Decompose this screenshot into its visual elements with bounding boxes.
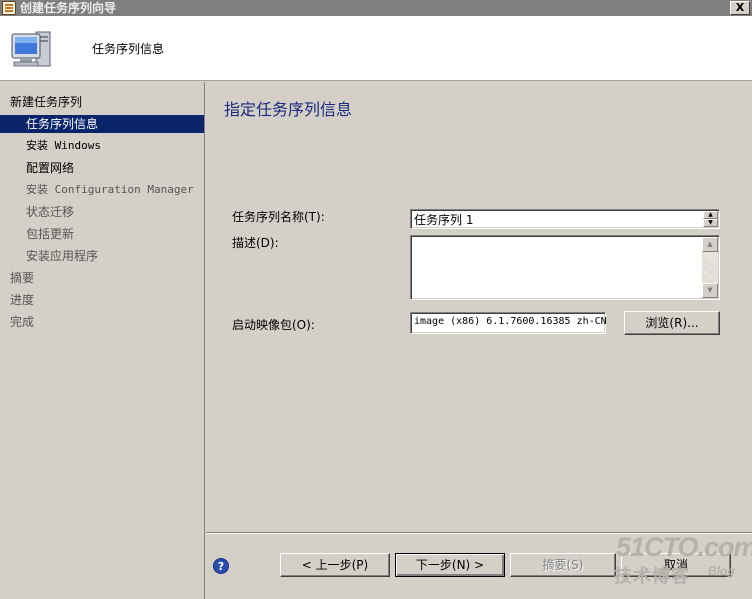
scroll-up-icon[interactable]: ▲: [702, 237, 718, 252]
computer-icon: [11, 31, 51, 67]
wizard-button-bar: ? < 上一步(P) 下一步(N) > 摘要(S) 取消: [206, 532, 752, 599]
cancel-button[interactable]: 取消: [621, 553, 731, 577]
previous-button[interactable]: < 上一步(P): [280, 553, 390, 577]
spin-down-icon[interactable]: ▼: [703, 219, 718, 227]
name-field-scroll[interactable]: ▲ ▼: [703, 211, 718, 227]
header-title: 任务序列信息: [92, 42, 165, 56]
nav-step-task-sequence-info[interactable]: 任务序列信息: [0, 115, 204, 133]
task-sequence-name-field[interactable]: 任务序列 1 ▲ ▼: [410, 209, 720, 229]
nav-step-progress: 进度: [10, 293, 35, 307]
nav-step-new-task-sequence: 新建任务序列: [10, 95, 83, 109]
wizard-content: 指定任务序列信息 任务序列名称(T): 任务序列 1 ▲ ▼ 描述(D): ▲ …: [206, 82, 752, 532]
title-bar: 创建任务序列向导 X: [0, 0, 752, 16]
nav-step-install-windows: 安装 Windows: [26, 139, 101, 152]
browse-button[interactable]: 浏览(R)...: [624, 311, 720, 335]
help-icon[interactable]: ?: [213, 558, 229, 574]
nav-step-install-configmgr: 安装 Configuration Manager: [26, 183, 194, 196]
nav-step-complete: 完成: [10, 315, 35, 329]
task-sequence-name-value: 任务序列 1: [414, 213, 474, 227]
wizard-icon: [2, 1, 16, 15]
boot-image-field: image (x86) 6.1.7600.16385 zh-CN: [410, 312, 607, 334]
nav-step-configure-network: 配置网络: [26, 161, 75, 175]
page-title: 指定任务序列信息: [224, 100, 353, 119]
window-title: 创建任务序列向导: [20, 1, 117, 15]
close-button[interactable]: X: [730, 1, 750, 15]
nav-step-install-applications: 安装应用程序: [26, 249, 99, 263]
description-scrollbar[interactable]: ▲ ▼: [702, 237, 718, 298]
next-button[interactable]: 下一步(N) >: [395, 553, 505, 577]
boot-image-label: 启动映像包(O):: [232, 318, 315, 332]
description-field[interactable]: ▲ ▼: [410, 235, 720, 300]
nav-step-include-updates: 包括更新: [26, 227, 75, 241]
scroll-down-icon[interactable]: ▼: [702, 283, 718, 298]
boot-image-value: image (x86) 6.1.7600.16385 zh-CN: [414, 316, 607, 327]
summary-button: 摘要(S): [510, 553, 616, 577]
nav-step-state-migration: 状态迁移: [26, 205, 75, 219]
wizard-header: 任务序列信息: [0, 16, 752, 81]
wizard-step-nav: 新建任务序列 任务序列信息 安装 Windows 配置网络 安装 Configu…: [0, 82, 205, 599]
description-label: 描述(D):: [232, 236, 279, 250]
nav-step-summary: 摘要: [10, 271, 35, 285]
spin-up-icon[interactable]: ▲: [703, 211, 718, 219]
task-sequence-name-label: 任务序列名称(T):: [232, 210, 325, 224]
